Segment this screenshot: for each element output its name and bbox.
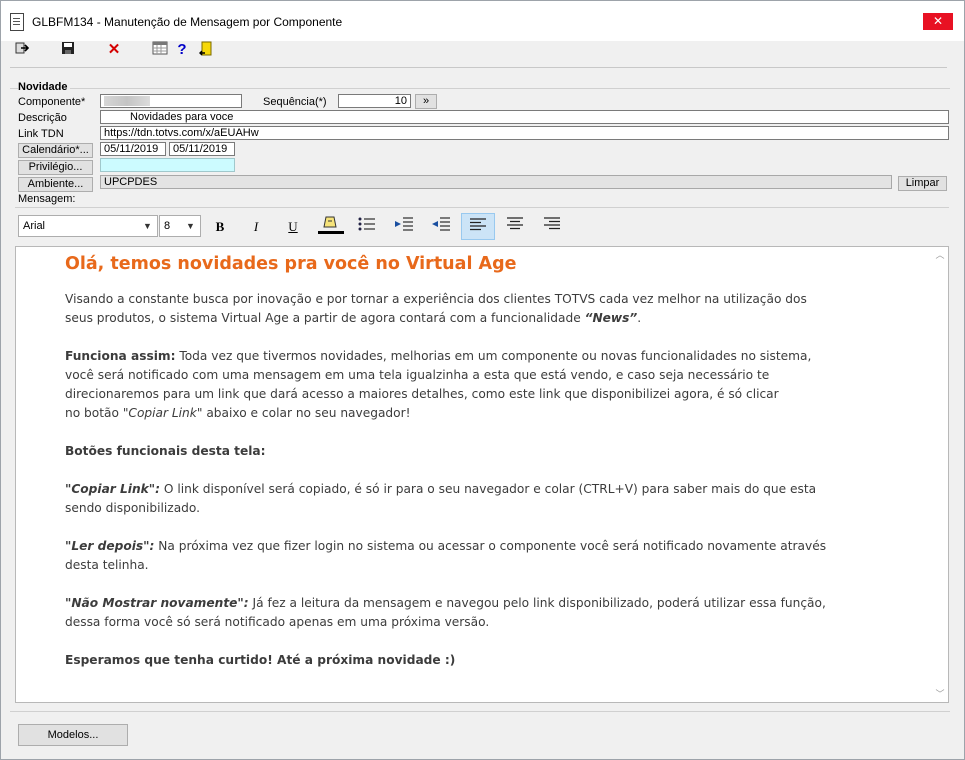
delete-icon[interactable]: ✕ <box>105 41 123 59</box>
descricao-label: Descrição <box>18 112 67 124</box>
limpar-button[interactable]: Limpar <box>898 176 947 191</box>
message-paragraph: desta telinha. <box>65 558 149 572</box>
indent-icon <box>395 217 413 231</box>
componente-field[interactable] <box>100 94 242 108</box>
document-icon <box>10 13 24 31</box>
ambiente-button[interactable]: Ambiente... <box>18 177 93 192</box>
group-border <box>10 88 950 89</box>
align-center-button[interactable] <box>498 213 532 240</box>
bullet-list-button[interactable] <box>350 213 384 240</box>
message-paragraph: você será notificado com uma mensagem em… <box>65 368 770 382</box>
group-title: Novidade <box>18 81 70 93</box>
sequencia-label: Sequência(*) <box>263 96 327 108</box>
indent-button[interactable] <box>387 213 421 240</box>
descricao-field-prefix <box>100 110 127 124</box>
text-color-icon <box>318 216 344 234</box>
font-select-value: Arial <box>23 220 46 232</box>
toolbar-separator <box>10 67 947 68</box>
footer-separator <box>10 711 950 712</box>
chevron-down-icon: ▼ <box>186 221 195 231</box>
privilegio-button[interactable]: Privilégio... <box>18 160 93 175</box>
message-paragraph: "Ler depois": Na próxima vez que fizer l… <box>65 539 827 553</box>
ambiente-field: UPCPDES <box>100 175 892 189</box>
message-paragraph: dessa forma você só será notificado apen… <box>65 615 490 629</box>
sequencia-field[interactable]: 10 <box>338 94 411 108</box>
scroll-up-icon[interactable]: ︿ <box>932 247 948 263</box>
message-content: Olá, temos novidades pra você no Virtual… <box>65 247 827 670</box>
align-left-icon <box>470 218 486 231</box>
message-paragraph: sendo disponibilizado. <box>65 501 201 515</box>
outdent-button[interactable] <box>424 213 458 240</box>
redacted-value <box>104 96 150 106</box>
vertical-scrollbar[interactable]: ︿ ﹀ <box>932 247 948 702</box>
date-end-field[interactable]: 05/11/2019 <box>169 142 235 156</box>
format-bar-separator <box>15 207 949 208</box>
scroll-down-icon[interactable]: ﹀ <box>932 686 948 702</box>
calendar-icon[interactable] <box>151 41 169 59</box>
text-color-button[interactable] <box>313 213 347 240</box>
message-paragraph: Esperamos que tenha curtido! Até a próxi… <box>65 653 456 667</box>
underline-button[interactable]: U <box>276 213 310 240</box>
align-center-icon <box>507 217 523 230</box>
message-paragraph: "Copiar Link": O link disponível será co… <box>65 482 817 496</box>
message-paragraph: no botão "Copiar Link" abaixo e colar no… <box>65 406 411 420</box>
mensagem-label: Mensagem: <box>18 193 76 205</box>
message-paragraph: Visando a constante busca por inovação e… <box>65 292 807 306</box>
privilegio-field[interactable] <box>100 158 235 172</box>
modelos-button[interactable]: Modelos... <box>18 724 128 746</box>
window: GLBFM134 - Manutenção de Mensagem por Co… <box>0 0 965 760</box>
close-button[interactable]: ✕ <box>923 13 953 30</box>
font-select[interactable]: Arial ▼ <box>18 215 158 237</box>
componente-label: Componente* <box>18 96 86 108</box>
align-right-icon <box>544 217 560 230</box>
message-paragraph: "Não Mostrar novamente": Já fez a leitur… <box>65 596 826 610</box>
italic-button[interactable]: I <box>239 213 273 240</box>
chevron-down-icon: ▼ <box>143 221 152 231</box>
size-select-value: 8 <box>164 220 171 232</box>
message-paragraph: Botões funcionais desta tela: <box>65 444 266 458</box>
sequencia-lookup-button[interactable]: » <box>415 94 437 109</box>
link-tdn-field[interactable]: https://tdn.totvs.com/x/aEUAHw <box>100 126 949 140</box>
exit-door-icon[interactable] <box>197 41 215 59</box>
descricao-field[interactable]: Novidades para voce <box>126 110 949 124</box>
window-title: GLBFM134 - Manutenção de Mensagem por Co… <box>32 15 343 29</box>
save-icon[interactable] <box>59 41 77 59</box>
align-left-button[interactable] <box>461 213 495 240</box>
bullet-list-icon <box>358 217 375 231</box>
message-paragraph: seus produtos, o sistema Virtual Age a p… <box>65 311 642 325</box>
link-tdn-label: Link TDN <box>18 128 64 140</box>
align-right-button[interactable] <box>535 213 569 240</box>
help-icon[interactable]: ? <box>173 41 191 59</box>
message-editor[interactable]: Olá, temos novidades pra você no Virtual… <box>15 246 949 703</box>
exit-icon[interactable] <box>13 41 31 59</box>
message-paragraph: Funciona assim: Toda vez que tivermos no… <box>65 349 812 363</box>
calendario-button[interactable]: Calendário*... <box>18 143 93 158</box>
title-bar: GLBFM134 - Manutenção de Mensagem por Co… <box>1 1 964 41</box>
message-paragraph: direcionaremos para um link que dará ace… <box>65 387 779 401</box>
bold-button[interactable]: B <box>203 213 237 240</box>
message-heading: Olá, temos novidades pra você no Virtual… <box>65 254 517 274</box>
date-start-field[interactable]: 05/11/2019 <box>100 142 166 156</box>
size-select[interactable]: 8 ▼ <box>159 215 201 237</box>
outdent-icon <box>432 217 450 231</box>
